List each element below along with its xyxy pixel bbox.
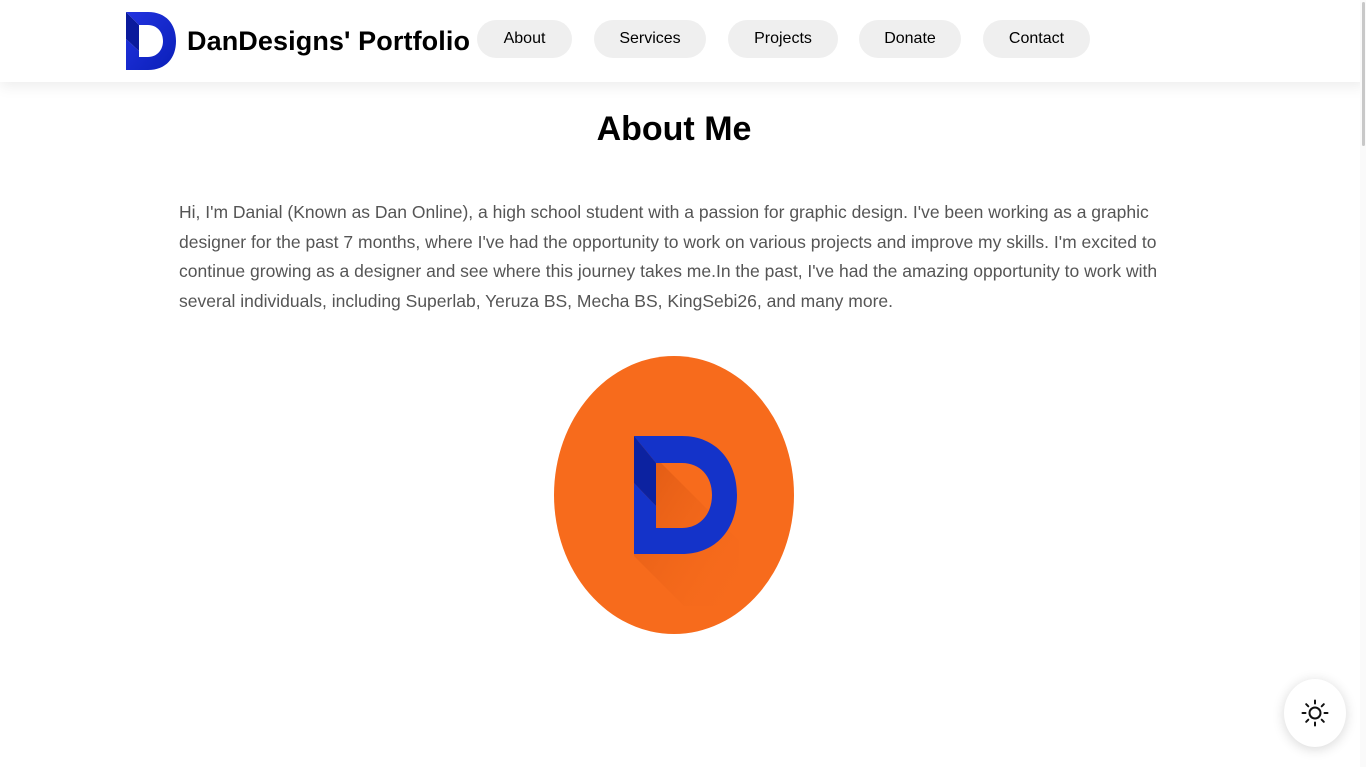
page-title: About Me: [596, 110, 752, 148]
site-title[interactable]: DanDesigns' Portfolio: [187, 26, 470, 57]
about-paragraph: Hi, I'm Danial (Known as Dan Online), a …: [179, 202, 1158, 311]
brand[interactable]: DanDesigns' Portfolio: [126, 12, 470, 70]
sun-icon: [1301, 699, 1329, 727]
nav-contact-button[interactable]: Contact: [983, 20, 1090, 58]
nav-donate-button[interactable]: Donate: [859, 20, 961, 58]
nav-about-button[interactable]: About: [477, 20, 572, 58]
nav-services-button[interactable]: Services: [594, 20, 706, 58]
profile-logo-image: [554, 356, 794, 634]
site-header: DanDesigns' Portfolio About Services Pro…: [0, 0, 1366, 82]
d-letter-logo-icon[interactable]: [126, 12, 176, 70]
page-scrollbar[interactable]: [1360, 0, 1366, 767]
nav-projects-button[interactable]: Projects: [728, 20, 838, 58]
scrollbar-thumb[interactable]: [1362, 2, 1365, 146]
theme-toggle-button[interactable]: [1284, 679, 1346, 747]
